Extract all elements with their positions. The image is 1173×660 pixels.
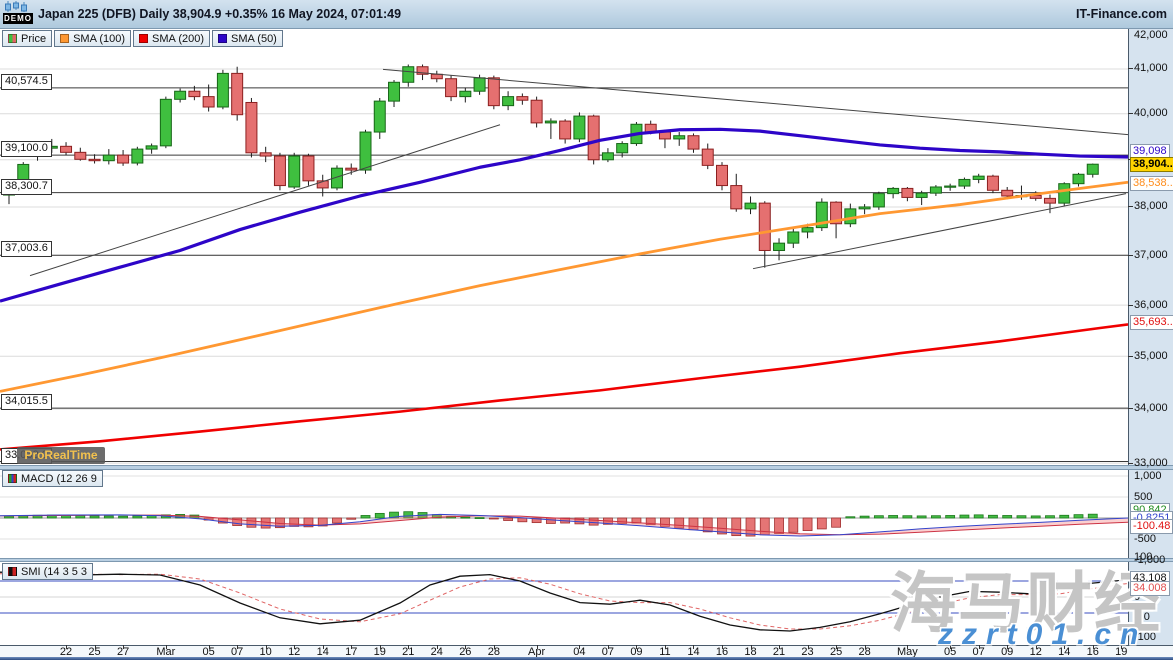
itfinance-logo-icon <box>4 1 30 12</box>
sma50-blue-icon <box>218 34 227 43</box>
price-tickmark <box>1128 255 1133 256</box>
chart-title: Japan 225 (DFB) Daily 38,904.9 +0.35% 16… <box>38 0 401 28</box>
date-tickmark <box>437 645 438 649</box>
price-tick-label: 34,000 <box>1134 402 1168 414</box>
date-tickmark <box>351 645 352 649</box>
macd-icon <box>8 474 17 483</box>
price-tick-label: 37,000 <box>1134 249 1168 261</box>
date-tickmark <box>380 645 381 649</box>
legend-sma100-label: SMA (100) <box>73 33 125 45</box>
price-candles-icon <box>8 34 17 43</box>
support-resistance-label: 40,574.5 <box>1 74 52 90</box>
price-tick-label: 33,000 <box>1134 457 1168 469</box>
date-tickmark <box>579 645 580 649</box>
price-tickmark <box>1128 305 1133 306</box>
chart-header-bar: DEMO Japan 225 (DFB) Daily 38,904.9 +0.3… <box>0 0 1173 29</box>
price-tick-label: 40,000 <box>1134 107 1168 119</box>
value-label: 35,693.. <box>1130 315 1173 330</box>
price-tick-label: 38,000 <box>1134 200 1168 212</box>
value-label: 38,904.. <box>1130 157 1173 172</box>
date-tickmark <box>123 645 124 649</box>
support-resistance-label: 38,300.7 <box>1 179 52 195</box>
trading-app-window: DEMO Japan 225 (DFB) Daily 38,904.9 +0.3… <box>0 0 1173 660</box>
date-tickmark <box>751 645 752 649</box>
legend-sma50-label: SMA (50) <box>231 33 277 45</box>
legend-sma200[interactable]: SMA (200) <box>133 30 210 47</box>
date-tickmark <box>209 645 210 649</box>
legend-price[interactable]: Price <box>2 30 52 47</box>
date-tickmark <box>608 645 609 649</box>
value-label: 38,538.. <box>1130 176 1173 191</box>
price-tick-label: 35,000 <box>1134 350 1168 362</box>
main-price-chart[interactable] <box>0 28 1128 465</box>
date-tickmark <box>66 645 67 649</box>
smi-icon <box>8 567 17 576</box>
date-tickmark <box>808 645 809 649</box>
macd-tick-label: 500 <box>1134 491 1152 503</box>
price-tickmark <box>1128 463 1133 464</box>
price-tickmark <box>1128 408 1133 409</box>
date-tickmark <box>237 645 238 649</box>
sma200-red-icon <box>139 34 148 43</box>
value-label: -100.48 <box>1130 519 1173 534</box>
support-resistance-label: 34,015.5 <box>1 394 52 410</box>
sma100-orange-icon <box>60 34 69 43</box>
macd-legend-label: MACD (12 26 9 <box>21 473 97 485</box>
support-resistance-label: 37,003.6 <box>1 241 52 257</box>
panel-separator[interactable] <box>0 465 1173 470</box>
macd-legend[interactable]: MACD (12 26 9 <box>2 470 103 487</box>
price-tick-label: 42,000 <box>1134 29 1168 41</box>
date-tickmark <box>266 645 267 649</box>
demo-badge: DEMO <box>3 13 33 24</box>
smi-legend[interactable]: SMI (14 3 5 3 <box>2 563 93 580</box>
itfinance-brand-link[interactable]: IT-Finance.com <box>1076 0 1167 28</box>
indicator-legend-row: Price SMA (100) SMA (200) SMA (50) <box>2 30 283 47</box>
price-tickmark <box>1128 206 1133 207</box>
macd-tick-label: -500 <box>1134 533 1156 545</box>
date-tickmark <box>693 645 694 649</box>
date-tickmark <box>665 645 666 649</box>
price-tickmark <box>1128 113 1133 114</box>
legend-sma100[interactable]: SMA (100) <box>54 30 131 47</box>
date-tickmark <box>323 645 324 649</box>
macd-tick-label: 1,000 <box>1134 470 1162 482</box>
smi-legend-label: SMI (14 3 5 3 <box>21 566 87 578</box>
legend-price-label: Price <box>21 33 46 45</box>
date-tickmark <box>95 645 96 649</box>
date-tickmark <box>636 645 637 649</box>
date-tickmark <box>537 645 538 649</box>
price-tickmark <box>1128 356 1133 357</box>
price-tick-label: 41,000 <box>1134 62 1168 74</box>
date-tickmark <box>465 645 466 649</box>
date-tickmark <box>779 645 780 649</box>
value-label: 34.008 <box>1130 581 1170 596</box>
support-resistance-label: 39,100.0 <box>1 141 52 157</box>
macd-panel[interactable] <box>0 470 1128 558</box>
date-tickmark <box>494 645 495 649</box>
date-tickmark <box>836 645 837 649</box>
price-tickmark <box>1128 68 1133 69</box>
prorealtime-watermark: ProRealTime <box>17 447 105 464</box>
date-tickmark <box>865 645 866 649</box>
date-tickmark <box>722 645 723 649</box>
site-watermark: zzrt01.cn <box>938 618 1147 652</box>
date-tickmark <box>166 645 167 649</box>
date-tickmark <box>408 645 409 649</box>
legend-sma50[interactable]: SMA (50) <box>212 30 283 47</box>
price-tick-label: 36,000 <box>1134 299 1168 311</box>
legend-sma200-label: SMA (200) <box>152 33 204 45</box>
date-tickmark <box>294 645 295 649</box>
